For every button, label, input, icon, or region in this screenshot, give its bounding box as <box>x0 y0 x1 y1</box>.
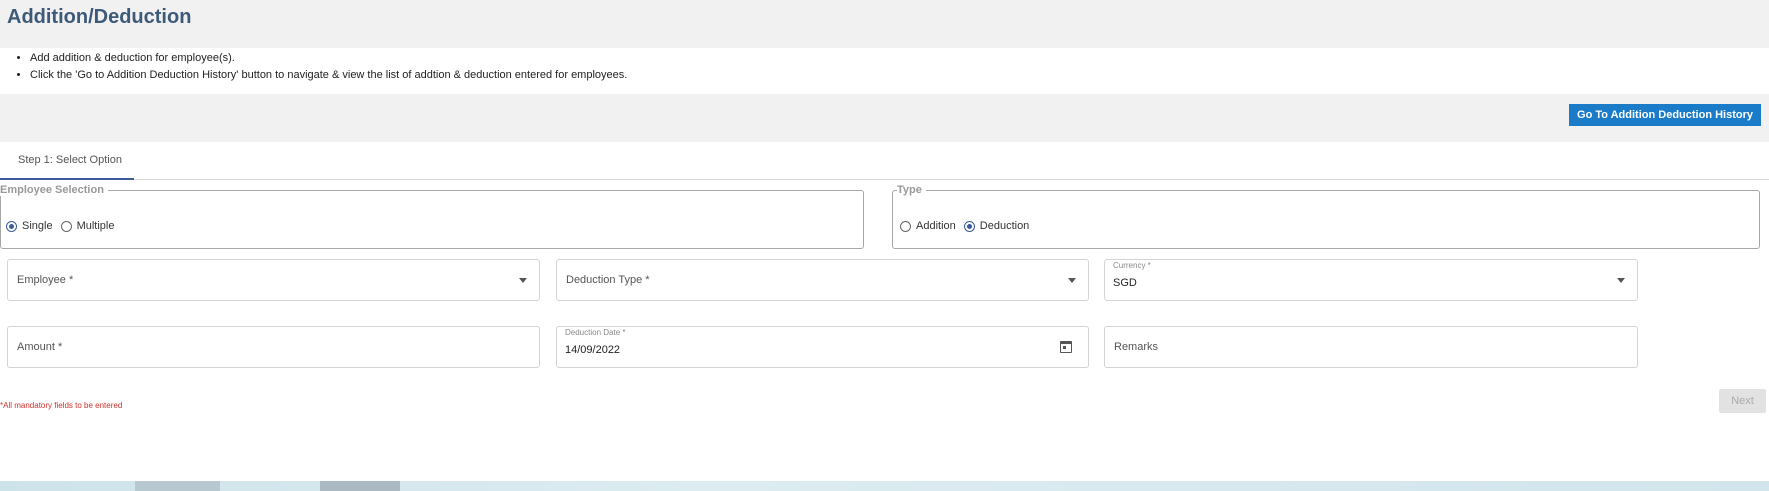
deduction-type-select[interactable]: Deduction Type * <box>556 259 1089 301</box>
next-button[interactable]: Next <box>1719 389 1766 413</box>
footer-background <box>0 481 1769 491</box>
currency-value: SGD <box>1113 277 1137 289</box>
action-bar: Go To Addition Deduction History <box>0 94 1769 142</box>
type-selection-legend: Type <box>897 184 922 196</box>
employee-selection-legend: Employee Selection <box>0 184 104 196</box>
footer-decoration <box>135 481 220 491</box>
instructions: Add addition & deduction for employee(s)… <box>0 48 1769 94</box>
radio-deduction-label[interactable]: Deduction <box>980 220 1030 232</box>
radio-addition-label[interactable]: Addition <box>916 220 956 232</box>
deduction-date-value: 14/09/2022 <box>565 344 621 356</box>
header-band: Addition/Deduction <box>0 0 1769 48</box>
currency-label: Currency * <box>1113 261 1151 270</box>
amount-input[interactable]: Amount * <box>7 326 540 368</box>
instruction-item: Add addition & deduction for employee(s)… <box>30 50 627 67</box>
employee-selection-radios: Single Multiple <box>6 220 122 232</box>
go-to-history-button[interactable]: Go To Addition Deduction History <box>1569 104 1761 126</box>
instruction-item: Click the 'Go to Addition Deduction Hist… <box>30 67 627 84</box>
instructions-list: Add addition & deduction for employee(s)… <box>30 50 627 84</box>
chevron-down-icon[interactable] <box>1617 278 1625 283</box>
type-selection-radios: Addition Deduction <box>900 220 1037 232</box>
radio-single[interactable] <box>6 220 17 232</box>
deduction-date-input[interactable]: Deduction Date * 14/09/2022 <box>556 326 1089 368</box>
chevron-down-icon[interactable] <box>1068 278 1076 283</box>
radio-single-label[interactable]: Single <box>22 220 53 232</box>
deduction-date-label: Deduction Date * <box>565 328 626 337</box>
chevron-down-icon[interactable] <box>519 278 527 283</box>
radio-multiple[interactable] <box>60 220 72 232</box>
employee-label: Employee * <box>17 274 74 286</box>
remarks-label: Remarks <box>1114 341 1159 353</box>
mandatory-fields-note: *All mandatory fields to be entered <box>0 401 123 410</box>
type-selection-group: Type Addition Deduction <box>892 184 1760 249</box>
footer-decoration <box>320 481 400 491</box>
stepper-tabs: Step 1: Select Option <box>0 142 1769 180</box>
tab-step-1[interactable]: Step 1: Select Option <box>0 142 134 180</box>
page-title: Addition/Deduction <box>7 6 192 28</box>
radio-deduction[interactable] <box>963 220 975 232</box>
currency-select[interactable]: Currency * SGD <box>1104 259 1638 301</box>
remarks-input[interactable]: Remarks <box>1104 326 1638 368</box>
addition-deduction-page: Addition/Deduction Add addition & deduct… <box>0 0 1769 491</box>
radio-multiple-label[interactable]: Multiple <box>77 220 115 232</box>
deduction-type-label: Deduction Type * <box>566 274 650 286</box>
radio-addition[interactable] <box>900 220 911 232</box>
calendar-icon[interactable] <box>1060 341 1072 353</box>
employee-selection-group: Employee Selection Single Multiple <box>0 184 864 249</box>
employee-select[interactable]: Employee * <box>7 259 540 301</box>
amount-label: Amount * <box>17 341 63 353</box>
